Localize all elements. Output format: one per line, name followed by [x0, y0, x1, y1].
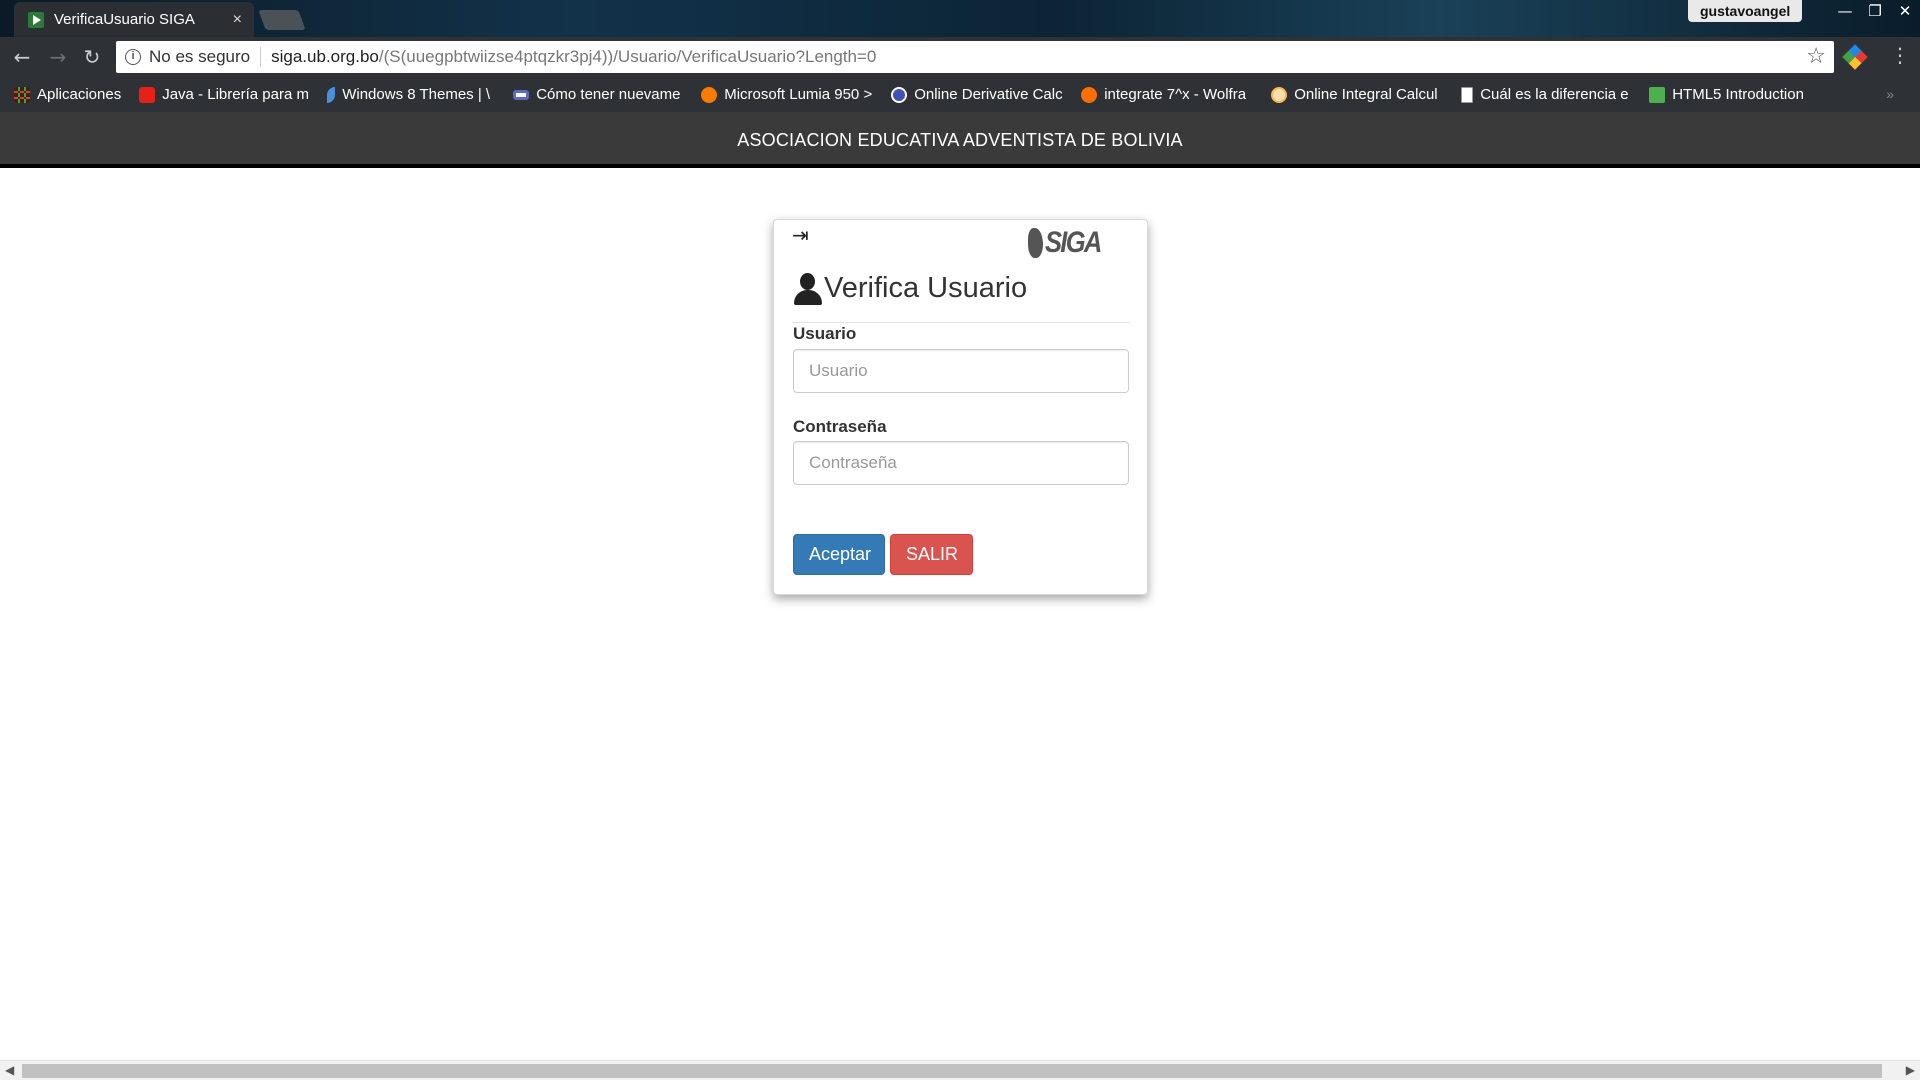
page-icon	[1461, 86, 1474, 103]
bookmark-item[interactable]: HTML5 Introduction	[1649, 86, 1804, 103]
forward-icon[interactable]: →	[46, 45, 70, 69]
back-icon[interactable]: ←	[10, 45, 34, 69]
wolfram-icon	[1081, 86, 1098, 103]
apps-grid-icon	[14, 86, 30, 103]
scrollbar-thumb[interactable]	[22, 1064, 1882, 1078]
siga-favicon-icon	[28, 11, 44, 28]
usuario-label: Usuario	[793, 324, 857, 343]
calc-icon	[891, 86, 908, 103]
reload-icon[interactable]: ↻	[80, 45, 104, 69]
w3-icon	[1649, 86, 1666, 103]
link-icon	[513, 89, 530, 100]
bookmark-star-icon[interactable]: ☆	[1806, 44, 1826, 69]
extension-icon[interactable]	[1842, 44, 1868, 70]
bookmark-item[interactable]: Online Derivative Calc	[891, 86, 1063, 103]
bookmarks-overflow-icon[interactable]: »	[1886, 86, 1894, 102]
tab-title: VerificaUsuario SIGA	[54, 11, 195, 28]
bookmark-item[interactable]: Java - Librería para m	[139, 86, 309, 103]
siga-logo-text: SIGA	[1044, 226, 1102, 259]
bookmark-item[interactable]: integrate 7^x - Wolfra	[1081, 86, 1253, 103]
exit-button[interactable]: SALIR	[890, 534, 973, 575]
close-window-icon[interactable]: ✕	[1890, 0, 1920, 22]
accept-button[interactable]: Aceptar	[793, 534, 885, 575]
scroll-left-icon[interactable]: ◀	[5, 1063, 14, 1077]
password-label: Contraseña	[793, 417, 887, 436]
usuario-input[interactable]	[793, 349, 1129, 393]
bookmark-item[interactable]: Cuál es la diferencia e	[1461, 86, 1631, 103]
browser-window: VerificaUsuario SIGA × gustavoangel — ❐ …	[0, 0, 1920, 1080]
site-header: ASOCIACION EDUCATIVA ADVENTISTA DE BOLIV…	[0, 112, 1920, 168]
user-icon	[792, 272, 822, 305]
integral-icon	[1271, 86, 1288, 103]
menu-icon[interactable]: ⋮	[1890, 43, 1910, 67]
login-card: ⇥ SIGA Verifica Usuario Usuario Contrase…	[773, 219, 1148, 595]
security-status[interactable]: No es seguro	[149, 47, 250, 67]
siga-logo-mark-icon	[1028, 228, 1043, 258]
url-host[interactable]: siga.ub.org.bo	[271, 47, 379, 67]
password-input[interactable]	[793, 441, 1129, 485]
tab-close-icon[interactable]: ×	[233, 11, 242, 29]
profile-button[interactable]: gustavoangel	[1688, 0, 1803, 22]
siga-logo: SIGA	[1028, 225, 1110, 261]
active-tab[interactable]: VerificaUsuario SIGA ×	[14, 2, 254, 37]
minimize-icon[interactable]: —	[1830, 0, 1860, 22]
feather-icon	[327, 86, 336, 103]
horizontal-scrollbar[interactable]: ◀ ▶	[0, 1060, 1920, 1080]
scroll-right-icon[interactable]: ▶	[1906, 1063, 1915, 1077]
page-title: Verifica Usuario	[824, 272, 1028, 304]
url-separator	[260, 47, 262, 67]
bookmark-item[interactable]: Windows 8 Themes | \	[327, 86, 495, 103]
bookmark-item[interactable]: Aplicaciones	[14, 86, 121, 103]
window-controls: — ❐ ✕	[1830, 0, 1920, 22]
youtube-icon	[139, 86, 156, 103]
blogger-icon	[701, 86, 718, 103]
card-title: Verifica Usuario	[792, 272, 1027, 305]
title-divider	[792, 322, 1130, 323]
bookmark-item[interactable]: Cómo tener nuevame	[513, 86, 683, 103]
info-icon[interactable]: i	[125, 49, 141, 65]
address-bar[interactable]: i No es seguro siga.ub.org.bo /(S(uuegpb…	[116, 41, 1834, 73]
url-path[interactable]: /(S(uuegpbtwiizse4ptqzkr3pj4))/Usuario/V…	[379, 47, 877, 67]
bookmarks-bar: Aplicaciones Java - Librería para m Wind…	[0, 77, 1920, 112]
restore-icon[interactable]: ❐	[1860, 0, 1890, 22]
log-in-icon: ⇥	[792, 223, 809, 247]
new-tab-button[interactable]	[258, 10, 306, 30]
browser-toolbar: ← → ↻ i No es seguro siga.ub.org.bo /(S(…	[0, 37, 1920, 77]
bookmark-item[interactable]: Microsoft Lumia 950 >	[701, 86, 873, 103]
title-bar: VerificaUsuario SIGA × gustavoangel — ❐ …	[0, 0, 1920, 37]
bookmark-item[interactable]: Online Integral Calcul	[1271, 86, 1443, 103]
